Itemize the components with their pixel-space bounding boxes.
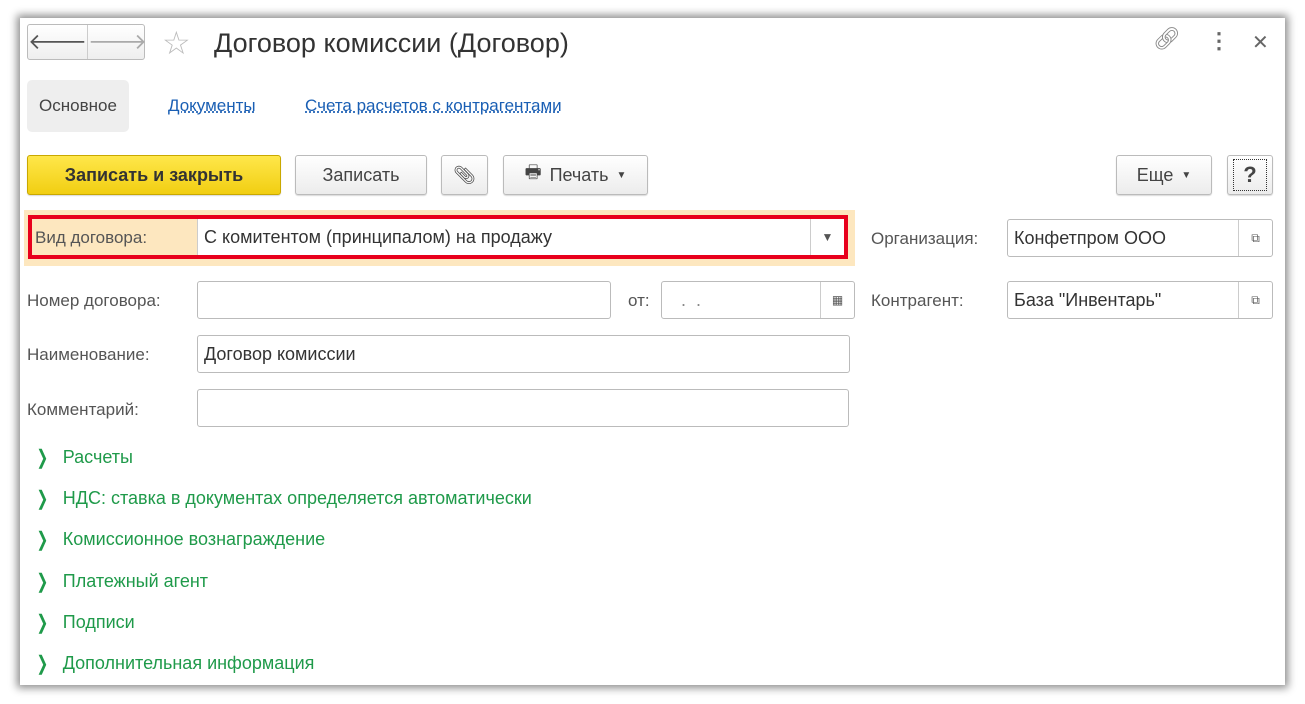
chevron-right-icon: ❯ [36, 529, 49, 551]
favorite-star-icon[interactable]: ☆ [162, 24, 191, 62]
help-button[interactable]: ? [1227, 155, 1273, 195]
save-and-close-button[interactable]: Записать и закрыть [27, 155, 281, 195]
chevron-right-icon: ❯ [36, 571, 49, 593]
chevron-right-icon: ❯ [36, 612, 49, 634]
name-input[interactable]: Договор комиссии [197, 335, 850, 373]
section-label: Комиссионное вознаграждение [62, 529, 326, 549]
organization-label: Организация: [871, 229, 979, 248]
section-label: Подписи [62, 612, 135, 632]
tab-documents[interactable]: Документы [156, 80, 268, 132]
section-label: Платежный агент [62, 571, 209, 591]
nav-buttons: 🡐 🡒 [27, 24, 147, 60]
print-button[interactable]: 🖶 Печать ▼ [503, 155, 648, 195]
chevron-right-icon: ❯ [36, 653, 49, 675]
dropdown-arrow-icon[interactable]: ▼ [810, 219, 844, 255]
name-label: Наименование: [27, 345, 150, 364]
contract-type-label: Вид договора: [35, 228, 148, 247]
date-input[interactable]: . . ▦ [661, 281, 855, 319]
section-signatures[interactable]: ❯ Подписи [34, 610, 135, 635]
paperclip-icon: 📎︎ [453, 164, 476, 185]
more-button[interactable]: Еще ▼ [1116, 155, 1212, 195]
dropdown-arrow-icon: ▼ [616, 169, 627, 181]
number-input[interactable] [197, 281, 611, 319]
form-window: 🡐 🡒 ☆ Договор комиссии (Договор) 🔗︎ ⋮ ✕ … [20, 18, 1285, 685]
comment-label: Комментарий: [27, 400, 139, 419]
more-label: Еще [1136, 164, 1174, 185]
save-button[interactable]: Записать [295, 155, 427, 195]
open-icon[interactable]: ⧉ [1238, 282, 1272, 318]
window-title: Договор комиссии (Договор) [214, 28, 569, 58]
comment-input[interactable] [197, 389, 849, 427]
section-label: НДС: ставка в документах определяется ав… [62, 488, 532, 508]
close-icon[interactable]: ✕ [1252, 30, 1269, 55]
organization-field[interactable]: Конфетпром ООО ⧉ [1007, 219, 1273, 257]
dropdown-arrow-icon: ▼ [1181, 169, 1192, 181]
back-button[interactable]: 🡐 [28, 25, 87, 59]
more-menu-icon[interactable]: ⋮ [1208, 28, 1230, 54]
tab-main[interactable]: Основное [27, 80, 129, 132]
help-label: ? [1233, 159, 1267, 191]
section-additional-info[interactable]: ❯ Дополнительная информация [34, 651, 315, 676]
date-label: от: [628, 291, 650, 310]
tab-accounts[interactable]: Счета расчетов с контрагентами [293, 80, 574, 132]
calendar-icon[interactable]: ▦ [820, 282, 854, 318]
link-icon[interactable]: 🔗︎ [1153, 26, 1181, 52]
section-label: Расчеты [62, 447, 133, 467]
chevron-right-icon: ❯ [36, 447, 49, 469]
printer-icon: 🖶 [524, 162, 542, 182]
section-label: Дополнительная информация [62, 653, 315, 673]
section-payment-agent[interactable]: ❯ Платежный агент [34, 569, 209, 594]
date-value: . . [676, 289, 707, 310]
open-icon[interactable]: ⧉ [1238, 220, 1272, 256]
section-commission[interactable]: ❯ Комиссионное вознаграждение [34, 527, 326, 552]
attach-button[interactable]: 📎︎ [441, 155, 488, 195]
section-payments[interactable]: ❯ Расчеты [34, 445, 133, 470]
number-label: Номер договора: [27, 291, 161, 310]
forward-button[interactable]: 🡒 [87, 25, 147, 59]
contract-type-select[interactable]: С комитентом (принципалом) на продажу ▼ [197, 219, 844, 255]
print-label: Печать [549, 164, 609, 185]
organization-value: Конфетпром ООО [1014, 227, 1167, 248]
chevron-right-icon: ❯ [36, 488, 49, 510]
counterparty-value: База "Инвентарь" [1014, 289, 1162, 310]
contract-type-value: С комитентом (принципалом) на продажу [204, 226, 552, 247]
counterparty-field[interactable]: База "Инвентарь" ⧉ [1007, 281, 1273, 319]
section-vat[interactable]: ❯ НДС: ставка в документах определяется а… [34, 486, 532, 511]
counterparty-label: Контрагент: [871, 291, 964, 310]
